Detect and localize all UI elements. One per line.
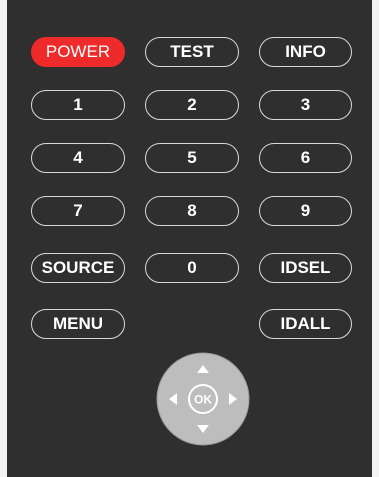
arrow-left-icon[interactable] — [161, 387, 183, 411]
number-8-button[interactable]: 8 — [145, 196, 239, 226]
power-button[interactable]: POWER — [31, 37, 125, 67]
menu-button[interactable]: MENU — [31, 309, 125, 339]
info-button[interactable]: INFO — [259, 37, 352, 67]
arrow-right-icon[interactable] — [223, 387, 245, 411]
number-3-button[interactable]: 3 — [259, 90, 352, 120]
arrow-up-icon[interactable] — [191, 357, 215, 379]
remote-control-panel: POWER TEST INFO 1 2 3 4 5 6 7 8 9 SOURCE… — [7, 0, 372, 477]
number-2-button[interactable]: 2 — [145, 90, 239, 120]
source-button[interactable]: SOURCE — [31, 253, 125, 283]
number-0-button[interactable]: 0 — [145, 253, 239, 283]
ok-button[interactable]: OK — [188, 384, 218, 414]
arrow-down-icon[interactable] — [191, 419, 215, 441]
number-1-button[interactable]: 1 — [31, 90, 125, 120]
number-4-button[interactable]: 4 — [31, 143, 125, 173]
number-5-button[interactable]: 5 — [145, 143, 239, 173]
idsel-button[interactable]: IDSEL — [259, 253, 352, 283]
number-7-button[interactable]: 7 — [31, 196, 125, 226]
idall-button[interactable]: IDALL — [259, 309, 352, 339]
test-button[interactable]: TEST — [145, 37, 239, 67]
number-6-button[interactable]: 6 — [259, 143, 352, 173]
number-9-button[interactable]: 9 — [259, 196, 352, 226]
direction-pad: OK — [155, 351, 251, 447]
ok-label: OK — [194, 393, 212, 407]
